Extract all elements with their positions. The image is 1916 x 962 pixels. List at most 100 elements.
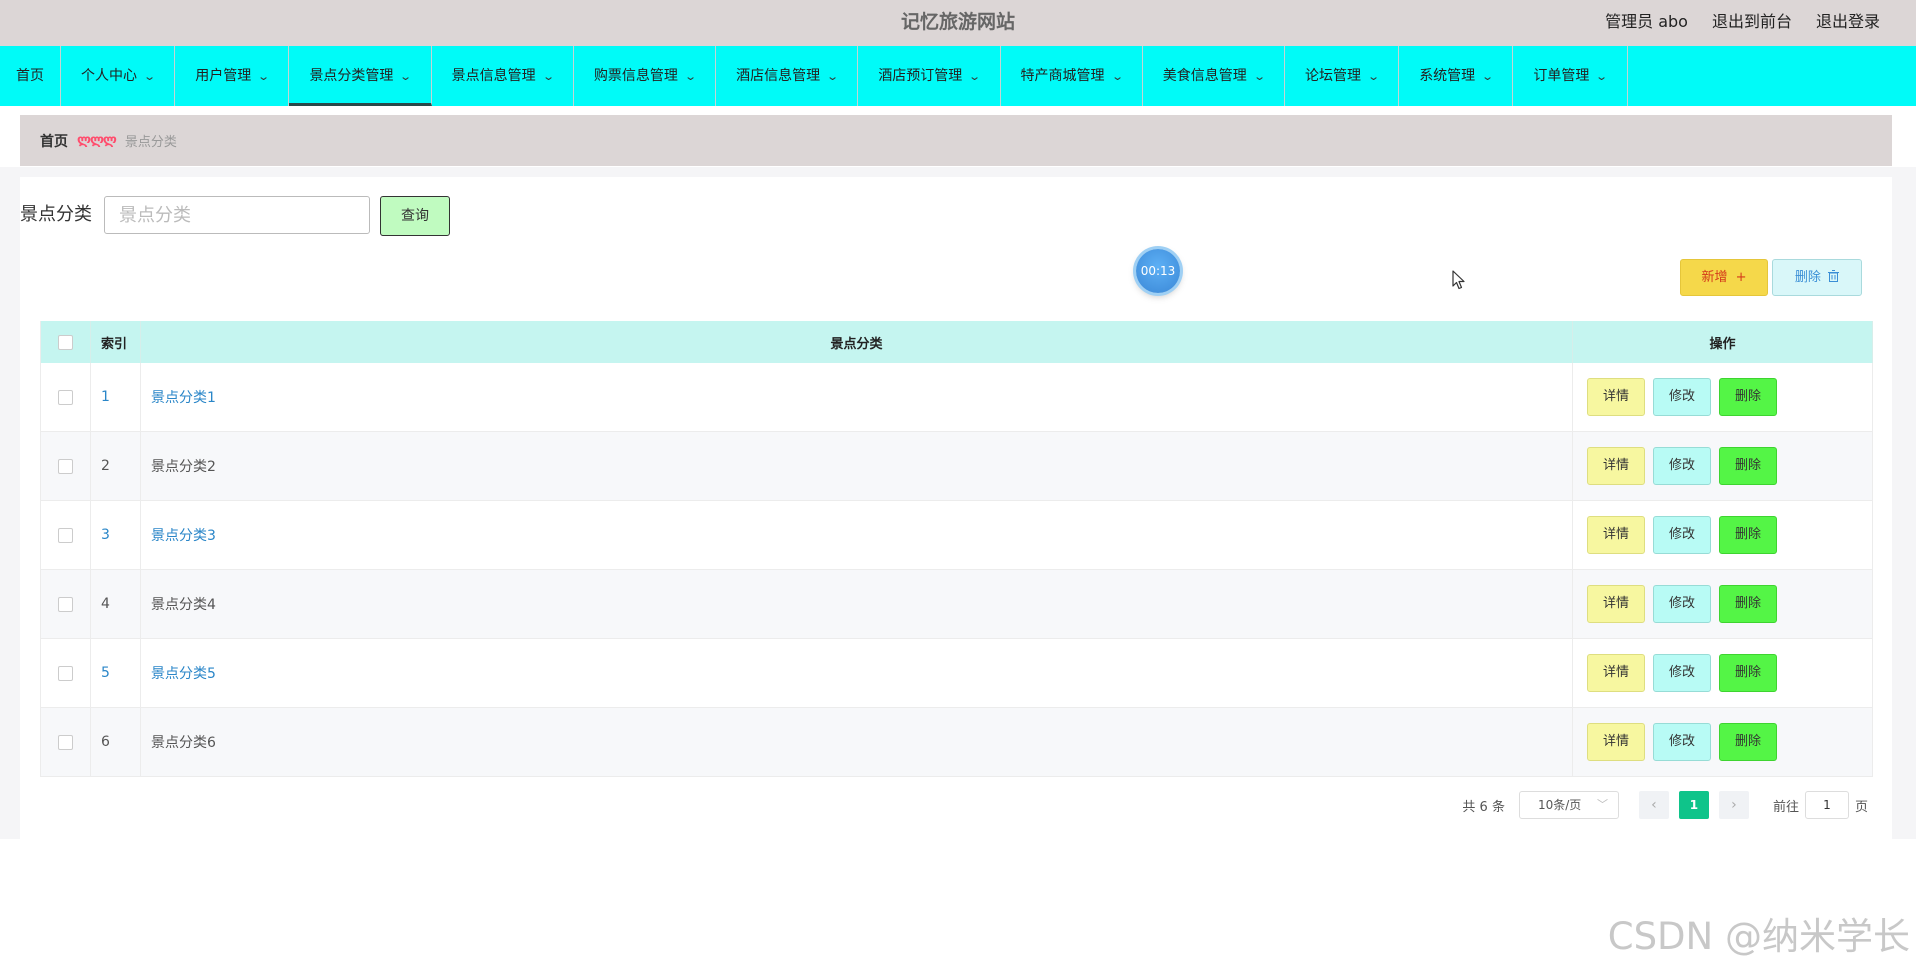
- edit-button[interactable]: 修改: [1653, 447, 1711, 485]
- row-checkbox[interactable]: [58, 527, 73, 543]
- watermark: CSDN @纳米学长: [1607, 915, 1910, 958]
- table-row: 2 景点分类2 详情 修改 删除: [40, 431, 1873, 501]
- row-index: 2: [90, 431, 141, 501]
- edit-button[interactable]: 修改: [1653, 723, 1711, 761]
- chevron-down-icon: ⌄: [399, 70, 413, 83]
- row-delete-button[interactable]: 删除: [1719, 378, 1777, 416]
- row-select-cell: [40, 707, 91, 777]
- row-checkbox[interactable]: [58, 734, 73, 750]
- nav-item-home[interactable]: 首页: [0, 46, 61, 106]
- nav-item-5[interactable]: 购票信息管理 ⌄: [574, 46, 717, 106]
- nav-item-9[interactable]: 美食信息管理 ⌄: [1143, 46, 1285, 106]
- edit-button[interactable]: 修改: [1653, 378, 1711, 416]
- goto-label: 前往: [1772, 799, 1799, 815]
- row-category: 景点分类3: [140, 500, 1573, 570]
- detail-button[interactable]: 详情: [1587, 585, 1645, 623]
- row-index-text: 1: [101, 389, 110, 405]
- breadcrumb-home[interactable]: 首页: [40, 131, 68, 151]
- table-row: 5 景点分类5 详情 修改 删除: [40, 638, 1873, 708]
- next-page-button[interactable]: ›: [1718, 791, 1749, 819]
- to-front-link[interactable]: 退出到前台: [1712, 0, 1792, 46]
- row-checkbox[interactable]: [58, 389, 73, 405]
- table-header-row: 索引 景点分类 操作: [40, 321, 1873, 363]
- pagination-total: 共 6 条: [1462, 799, 1505, 815]
- row-checkbox[interactable]: [58, 596, 73, 612]
- nav-item-8[interactable]: 特产商城管理 ⌄: [1001, 46, 1143, 106]
- table-row: 1 景点分类1 详情 修改 删除: [40, 363, 1873, 432]
- edit-button[interactable]: 修改: [1653, 585, 1711, 623]
- row-index: 4: [90, 569, 141, 639]
- nav-item-4[interactable]: 景点信息管理 ⌄: [432, 46, 574, 106]
- chevron-down-icon: ﹀: [1596, 798, 1608, 811]
- nav-item-label: 用户管理: [195, 68, 252, 84]
- edit-button[interactable]: 修改: [1653, 654, 1711, 692]
- row-index-text: 2: [101, 458, 110, 474]
- nav-item-10[interactable]: 论坛管理 ⌄: [1285, 46, 1400, 106]
- row-ops-group: 详情 修改 删除: [1583, 516, 1862, 554]
- detail-button[interactable]: 详情: [1587, 378, 1645, 416]
- admin-user-label: 管理员 abo: [1605, 12, 1688, 31]
- nav-item-label: 美食信息管理: [1162, 68, 1247, 84]
- goto-page-input[interactable]: [1804, 791, 1849, 819]
- row-category: 景点分类4: [140, 569, 1573, 639]
- row-select-cell: [40, 638, 91, 708]
- plus-icon: +: [1735, 270, 1747, 285]
- category-header: 景点分类: [140, 321, 1573, 363]
- edit-button[interactable]: 修改: [1653, 516, 1711, 554]
- chevron-down-icon: ⌄: [143, 70, 157, 83]
- row-checkbox[interactable]: [58, 665, 73, 681]
- row-category-text: 景点分类5: [151, 666, 216, 682]
- row-category: 景点分类5: [140, 638, 1573, 708]
- search-input[interactable]: [104, 196, 370, 234]
- row-delete-button[interactable]: 删除: [1719, 654, 1777, 692]
- detail-button[interactable]: 详情: [1587, 516, 1645, 554]
- select-all-cell: [40, 321, 91, 363]
- chevron-right-icon: ›: [1731, 797, 1737, 813]
- row-category: 景点分类1: [140, 363, 1573, 432]
- batch-delete-button[interactable]: 删除: [1772, 259, 1862, 296]
- row-delete-button[interactable]: 删除: [1719, 723, 1777, 761]
- add-button-label: 新增: [1701, 270, 1728, 285]
- query-button[interactable]: 查询: [380, 196, 450, 236]
- nav-item-2[interactable]: 用户管理 ⌄: [175, 46, 290, 106]
- row-delete-button[interactable]: 删除: [1719, 516, 1777, 554]
- row-ops-group: 详情 修改 删除: [1583, 378, 1862, 416]
- chevron-down-icon: ⌄: [1595, 70, 1609, 83]
- row-ops: 详情 修改 删除: [1572, 431, 1873, 501]
- row-ops: 详情 修改 删除: [1572, 500, 1873, 570]
- nav-item-3[interactable]: 景点分类管理 ⌄: [289, 46, 432, 106]
- row-ops-group: 详情 修改 删除: [1583, 585, 1862, 623]
- nav-item-label: 订单管理: [1533, 68, 1590, 84]
- row-checkbox[interactable]: [58, 458, 73, 474]
- row-category-text: 景点分类4: [151, 597, 216, 613]
- row-delete-button[interactable]: 删除: [1719, 585, 1777, 623]
- breadcrumb-separator: ლლლ: [77, 133, 117, 148]
- row-delete-button[interactable]: 删除: [1719, 447, 1777, 485]
- detail-button[interactable]: 详情: [1587, 654, 1645, 692]
- page-size-select[interactable]: 10条/页 ﹀: [1518, 791, 1619, 819]
- nav-item-label: 论坛管理: [1304, 68, 1361, 84]
- row-ops: 详情 修改 删除: [1572, 363, 1873, 432]
- nav-item-7[interactable]: 酒店预订管理 ⌄: [858, 46, 1001, 106]
- nav-item-1[interactable]: 个人中心 ⌄: [61, 46, 176, 106]
- page-number-current[interactable]: 1: [1678, 791, 1709, 819]
- row-select-cell: [40, 500, 91, 570]
- logout-link[interactable]: 退出登录: [1816, 0, 1880, 46]
- row-ops: 详情 修改 删除: [1572, 638, 1873, 708]
- row-ops-group: 详情 修改 删除: [1583, 723, 1862, 761]
- nav-item-6[interactable]: 酒店信息管理 ⌄: [716, 46, 859, 106]
- nav-item-11[interactable]: 系统管理 ⌄: [1399, 46, 1514, 106]
- row-ops: 详情 修改 删除: [1572, 707, 1873, 777]
- detail-button[interactable]: 详情: [1587, 447, 1645, 485]
- detail-button[interactable]: 详情: [1587, 723, 1645, 761]
- row-index-text: 3: [101, 527, 110, 543]
- prev-page-button[interactable]: ‹: [1638, 791, 1669, 819]
- row-index-text: 5: [101, 665, 110, 681]
- chevron-down-icon: ⌄: [968, 70, 982, 83]
- select-all-checkbox[interactable]: [58, 334, 73, 350]
- nav-item-12[interactable]: 订单管理 ⌄: [1513, 46, 1628, 106]
- chevron-down-icon: ⌄: [1110, 70, 1124, 83]
- add-button[interactable]: 新增 +: [1680, 259, 1768, 296]
- top-header: 记忆旅游网站 管理员 abo 退出到前台 退出登录: [0, 0, 1916, 46]
- row-category-text: 景点分类3: [151, 528, 216, 544]
